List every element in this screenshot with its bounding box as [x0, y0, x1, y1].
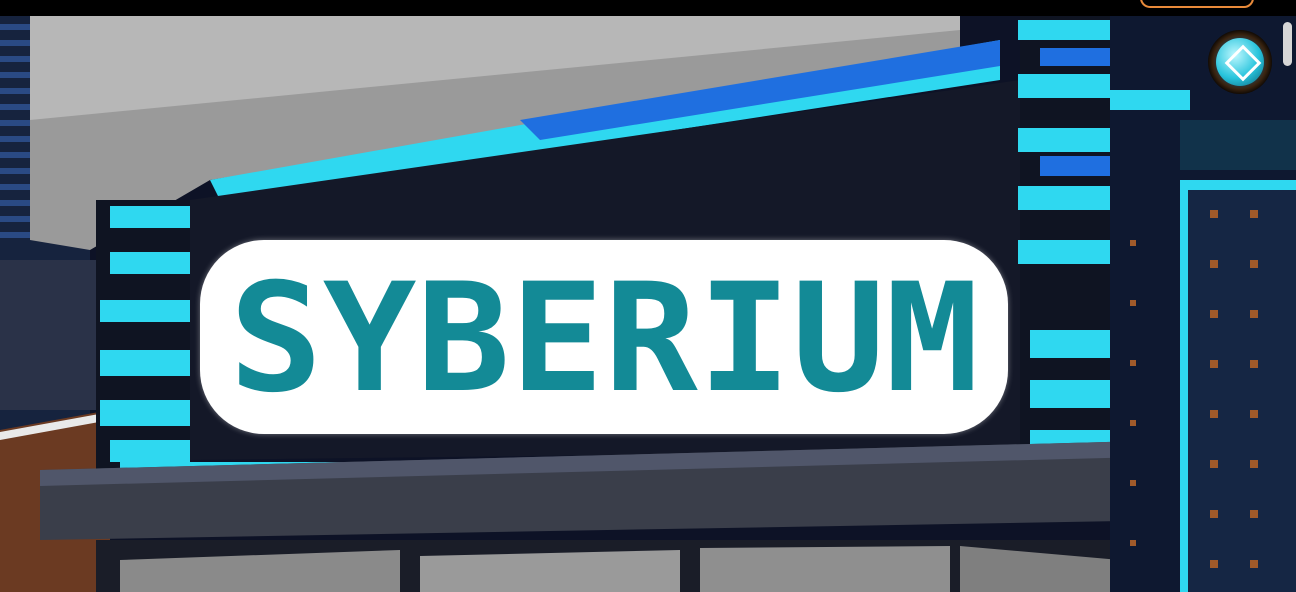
top-bar	[0, 0, 1296, 16]
logo-panel: SYBERIUM	[200, 240, 1008, 434]
logo-text: SYBERIUM	[229, 252, 979, 426]
emblem-icon[interactable]	[1208, 30, 1272, 94]
cube-icon	[1224, 44, 1262, 82]
top-menu-button[interactable]	[1140, 0, 1254, 8]
scrollbar[interactable]	[1283, 22, 1292, 66]
emblem-inner	[1216, 38, 1264, 86]
game-logo: SYBERIUM	[229, 252, 979, 426]
game-scene: SYBERIUM	[0, 0, 1296, 592]
